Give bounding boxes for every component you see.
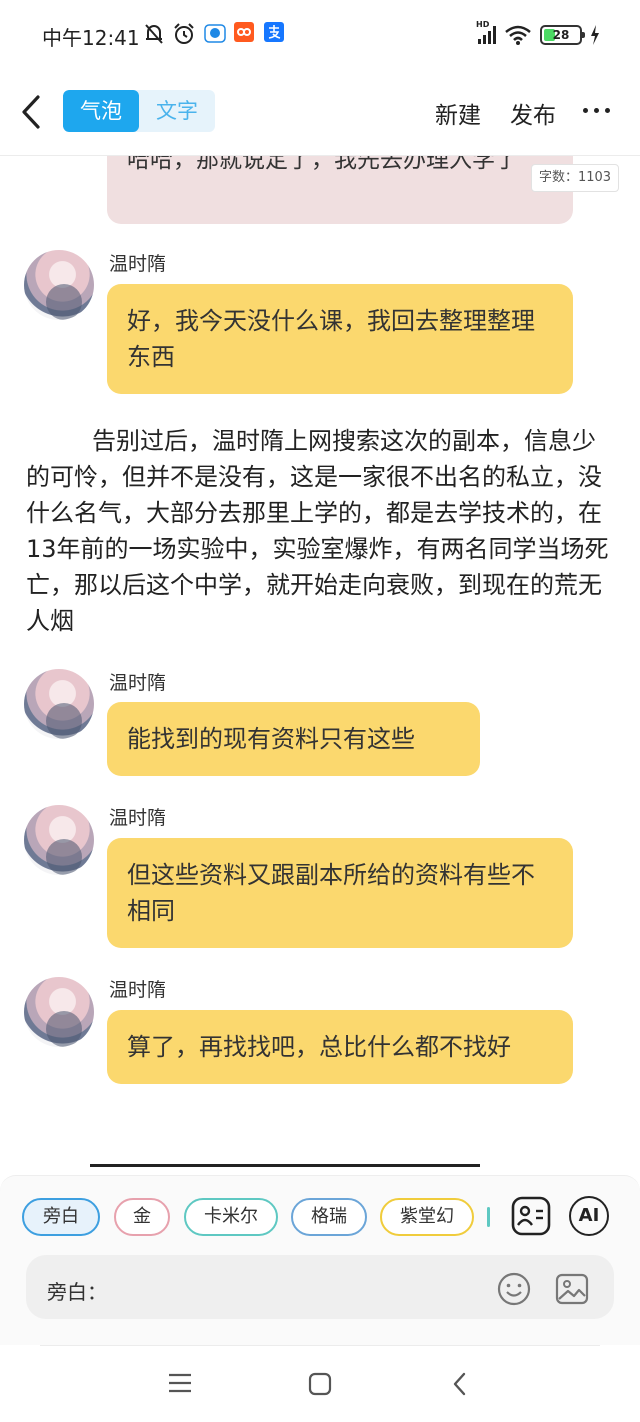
menu-icon[interactable] bbox=[168, 1372, 192, 1394]
hd-label: HD bbox=[476, 20, 490, 29]
chat-area[interactable]: 哈哈，那就说定了，我先去办理入学了 字数：1103 温时隋 好，我今天没什么课，… bbox=[0, 156, 640, 1161]
sender-name: 温时隋 bbox=[109, 807, 167, 829]
scroll-indicator bbox=[90, 1164, 480, 1167]
publish-button[interactable]: 发布 bbox=[510, 96, 556, 130]
alipay-icon bbox=[264, 22, 284, 42]
back-arrow-icon[interactable] bbox=[18, 94, 48, 130]
mode-toggle: 气泡 文字 bbox=[63, 90, 215, 132]
message-bubble[interactable]: 算了，再找找吧，总比什么都不找好 bbox=[107, 1010, 573, 1084]
tab-text[interactable]: 文字 bbox=[139, 90, 215, 132]
status-right: HD 28 bbox=[476, 20, 600, 48]
input-role-label: 旁白： bbox=[47, 1280, 107, 1304]
avatar[interactable] bbox=[24, 805, 94, 875]
signal-icon: HD bbox=[476, 20, 496, 44]
word-count-badge: 字数：1103 bbox=[531, 164, 619, 192]
avatar[interactable] bbox=[24, 977, 94, 1047]
new-button[interactable]: 新建 bbox=[435, 96, 481, 130]
sender-name: 温时隋 bbox=[109, 672, 167, 694]
avatar[interactable] bbox=[24, 250, 94, 320]
home-icon[interactable] bbox=[308, 1372, 332, 1396]
charging-icon bbox=[591, 25, 599, 45]
sender-name: 温时隋 bbox=[109, 253, 167, 275]
tab-bubble[interactable]: 气泡 bbox=[63, 90, 139, 132]
avatar[interactable] bbox=[24, 669, 94, 739]
battery-level: 28 bbox=[552, 28, 570, 42]
system-nav-bar bbox=[0, 1346, 640, 1422]
cloud-app-icon bbox=[204, 24, 226, 43]
more-chips-hint bbox=[487, 1207, 490, 1227]
battery-icon: 28 bbox=[540, 25, 585, 45]
message-bubble[interactable]: 能找到的现有资料只有这些 bbox=[107, 702, 480, 776]
narration-text[interactable]: 告别过后，温时隋上网搜索这次的副本，信息少的可怜，但并不是没有，这是一家很不出名… bbox=[26, 423, 616, 639]
character-chip[interactable]: 紫堂幻 bbox=[380, 1198, 474, 1236]
character-chip[interactable]: 卡米尔 bbox=[184, 1198, 278, 1236]
more-menu-icon[interactable] bbox=[583, 108, 610, 113]
shopping-app-icon bbox=[234, 22, 254, 42]
message-bubble[interactable]: 哈哈，那就说定了，我先去办理入学了 bbox=[107, 156, 573, 224]
sender-name: 温时隋 bbox=[109, 979, 167, 1001]
character-chip[interactable]: 格瑞 bbox=[291, 1198, 367, 1236]
alarm-icon bbox=[174, 23, 194, 44]
image-icon[interactable] bbox=[554, 1271, 590, 1307]
character-chip-narrator[interactable]: 旁白 bbox=[22, 1198, 100, 1236]
status-bar: 中午12:41 HD 28 bbox=[0, 0, 640, 70]
ai-button[interactable]: AI bbox=[569, 1196, 609, 1236]
wifi-icon bbox=[505, 25, 531, 45]
message-bubble[interactable]: 但这些资料又跟副本所给的资料有些不相同 bbox=[107, 838, 573, 948]
character-card-icon[interactable] bbox=[510, 1195, 552, 1237]
mute-bell-icon bbox=[145, 24, 163, 44]
message-bubble[interactable]: 好，我今天没什么课，我回去整理整理东西 bbox=[107, 284, 573, 394]
top-header: 气泡 文字 新建 发布 bbox=[0, 78, 640, 148]
nav-back-icon[interactable] bbox=[450, 1371, 470, 1397]
emoji-icon[interactable] bbox=[496, 1271, 532, 1307]
status-time: 中午12:41 bbox=[42, 26, 140, 50]
character-chip[interactable]: 金 bbox=[114, 1198, 170, 1236]
